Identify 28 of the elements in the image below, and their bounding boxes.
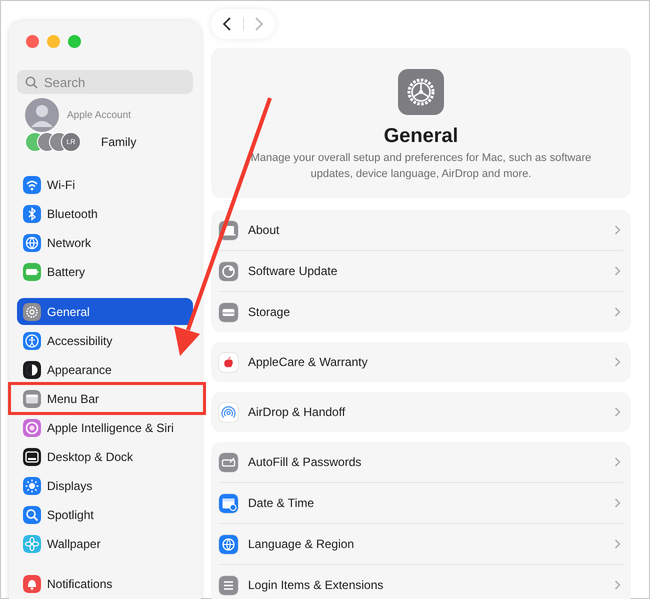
settings-row[interactable]: AirDrop & Handoff (219, 392, 623, 432)
settings-row[interactable]: Date & Time (219, 483, 623, 524)
sidebar-item[interactable]: Accessibility (17, 326, 193, 355)
settings-row[interactable]: Language & Region (219, 524, 623, 565)
search-field[interactable]: Search (17, 70, 193, 94)
page-title: General (384, 125, 458, 148)
settings-row[interactable]: AppleCare & Warranty (219, 342, 623, 382)
sidebar-item[interactable]: Battery (17, 257, 193, 286)
sidebar-item[interactable]: Displays (17, 471, 193, 500)
sidebar-item[interactable]: Desktop & Dock (17, 442, 193, 471)
sidebar-item[interactable]: Spotlight (17, 500, 193, 529)
sidebar-item[interactable]: Bluetooth (17, 199, 193, 228)
settings-row[interactable]: AutoFill & Passwords (219, 442, 623, 483)
settings-row[interactable]: Software Update (219, 251, 623, 292)
sidebar-item[interactable]: Menu Bar (17, 384, 193, 413)
page-description: Manage your overall setup and preferences for Mac, such as software updates, device language, AirDrop and more. (250, 151, 592, 182)
sidebar-item[interactable]: Wallpaper (17, 529, 193, 558)
sidebar-item[interactable]: General (17, 298, 193, 325)
sidebar-item[interactable]: Network (17, 228, 193, 257)
sidebar-item[interactable]: Wi-Fi (17, 170, 193, 199)
settings-row[interactable]: Login Items & Extensions (219, 565, 623, 599)
sidebar-item[interactable]: Apple Intelligence & Siri (17, 413, 193, 442)
settings-row[interactable]: Storage (219, 292, 623, 332)
settings-row[interactable]: About (219, 210, 623, 251)
sidebar-item[interactable]: Appearance (17, 355, 193, 384)
sidebar-item[interactable]: Notifications (17, 569, 193, 598)
account-subtitle: Apple Account (67, 110, 131, 120)
family-label[interactable]: Family (101, 135, 136, 149)
